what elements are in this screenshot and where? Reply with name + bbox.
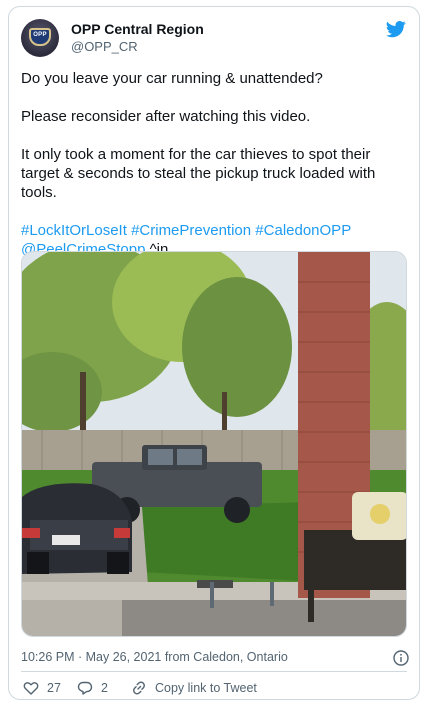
tweet-meta: 10:26 PM · May 26, 2021 from Caledon, On… xyxy=(21,650,409,668)
tweet-line-2: Please reconsider after watching this vi… xyxy=(21,108,311,125)
link-icon xyxy=(133,681,145,695)
tweet-line-1: Do you leave your car running & unattend… xyxy=(21,70,323,87)
hashtag-link[interactable]: #CaledonOPP xyxy=(255,222,351,239)
account-handle[interactable]: @OPP_CR xyxy=(71,39,138,54)
avatar[interactable]: OPP xyxy=(21,19,59,57)
hashtag-link[interactable]: #LockItOrLoseIt xyxy=(21,222,127,239)
tweet-text: Do you leave your car running & unattend… xyxy=(21,69,405,259)
parked-sedan xyxy=(22,483,132,574)
heart-icon xyxy=(23,682,39,695)
copy-link-label: Copy link to Tweet xyxy=(155,681,257,695)
copy-link-button[interactable]: Copy link to Tweet xyxy=(131,679,257,697)
like-count: 27 xyxy=(47,681,61,695)
account-name[interactable]: OPP Central Region xyxy=(71,21,204,37)
reply-count: 2 xyxy=(101,681,108,695)
video-media[interactable] xyxy=(21,251,407,637)
twitter-bird-icon[interactable] xyxy=(385,19,407,39)
reply-button[interactable]: 2 xyxy=(77,679,108,697)
video-frame xyxy=(22,252,406,636)
opp-badge-icon: OPP xyxy=(29,28,51,46)
hashtag-link[interactable]: #CrimePrevention xyxy=(131,222,251,239)
tweet-card: OPP OPP Central Region @OPP_CR Do you le… xyxy=(8,6,420,700)
tweet-timestamp[interactable]: 10:26 PM · May 26, 2021 from Caledon, On… xyxy=(21,650,288,664)
tweet-header: OPP OPP Central Region @OPP_CR xyxy=(21,19,407,63)
tweet-line-3: It only took a moment for the car thieve… xyxy=(21,146,376,201)
reply-icon xyxy=(77,681,93,695)
avatar-logo-text: OPP xyxy=(33,32,47,38)
like-button[interactable]: 27 xyxy=(23,679,61,697)
divider xyxy=(21,671,407,672)
info-icon[interactable] xyxy=(393,650,409,666)
tweet-actions: 27 2 Copy link to Tweet xyxy=(21,679,409,699)
